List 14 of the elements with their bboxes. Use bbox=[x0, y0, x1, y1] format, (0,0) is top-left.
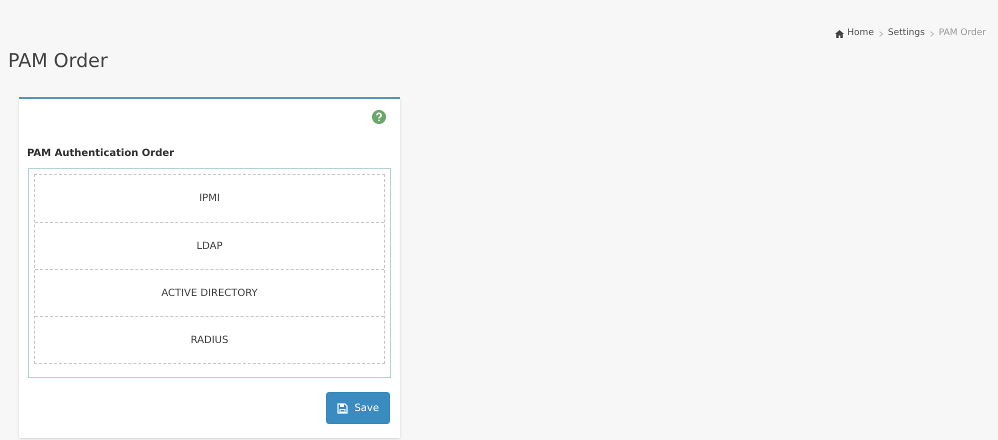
section-label: PAM Authentication Order bbox=[27, 147, 174, 161]
chevron-icon bbox=[930, 30, 934, 37]
chevron-icon bbox=[878, 30, 883, 37]
breadcrumb-link[interactable]: Home bbox=[835, 27, 874, 40]
breadcrumb-link[interactable]: Settings bbox=[888, 27, 925, 40]
order-item[interactable]: RADIUS bbox=[190, 332, 228, 348]
order-item[interactable]: LDAP bbox=[196, 238, 222, 254]
home-icon bbox=[835, 30, 844, 38]
save-button[interactable]: Save bbox=[326, 392, 390, 424]
order-item[interactable]: ACTIVE DIRECTORY bbox=[161, 286, 258, 300]
help-icon[interactable] bbox=[372, 110, 386, 124]
order-item[interactable]: IPMI bbox=[199, 191, 220, 206]
page-title: PAM Order bbox=[8, 49, 108, 74]
breadcrumb-current: PAM Order bbox=[938, 27, 986, 40]
